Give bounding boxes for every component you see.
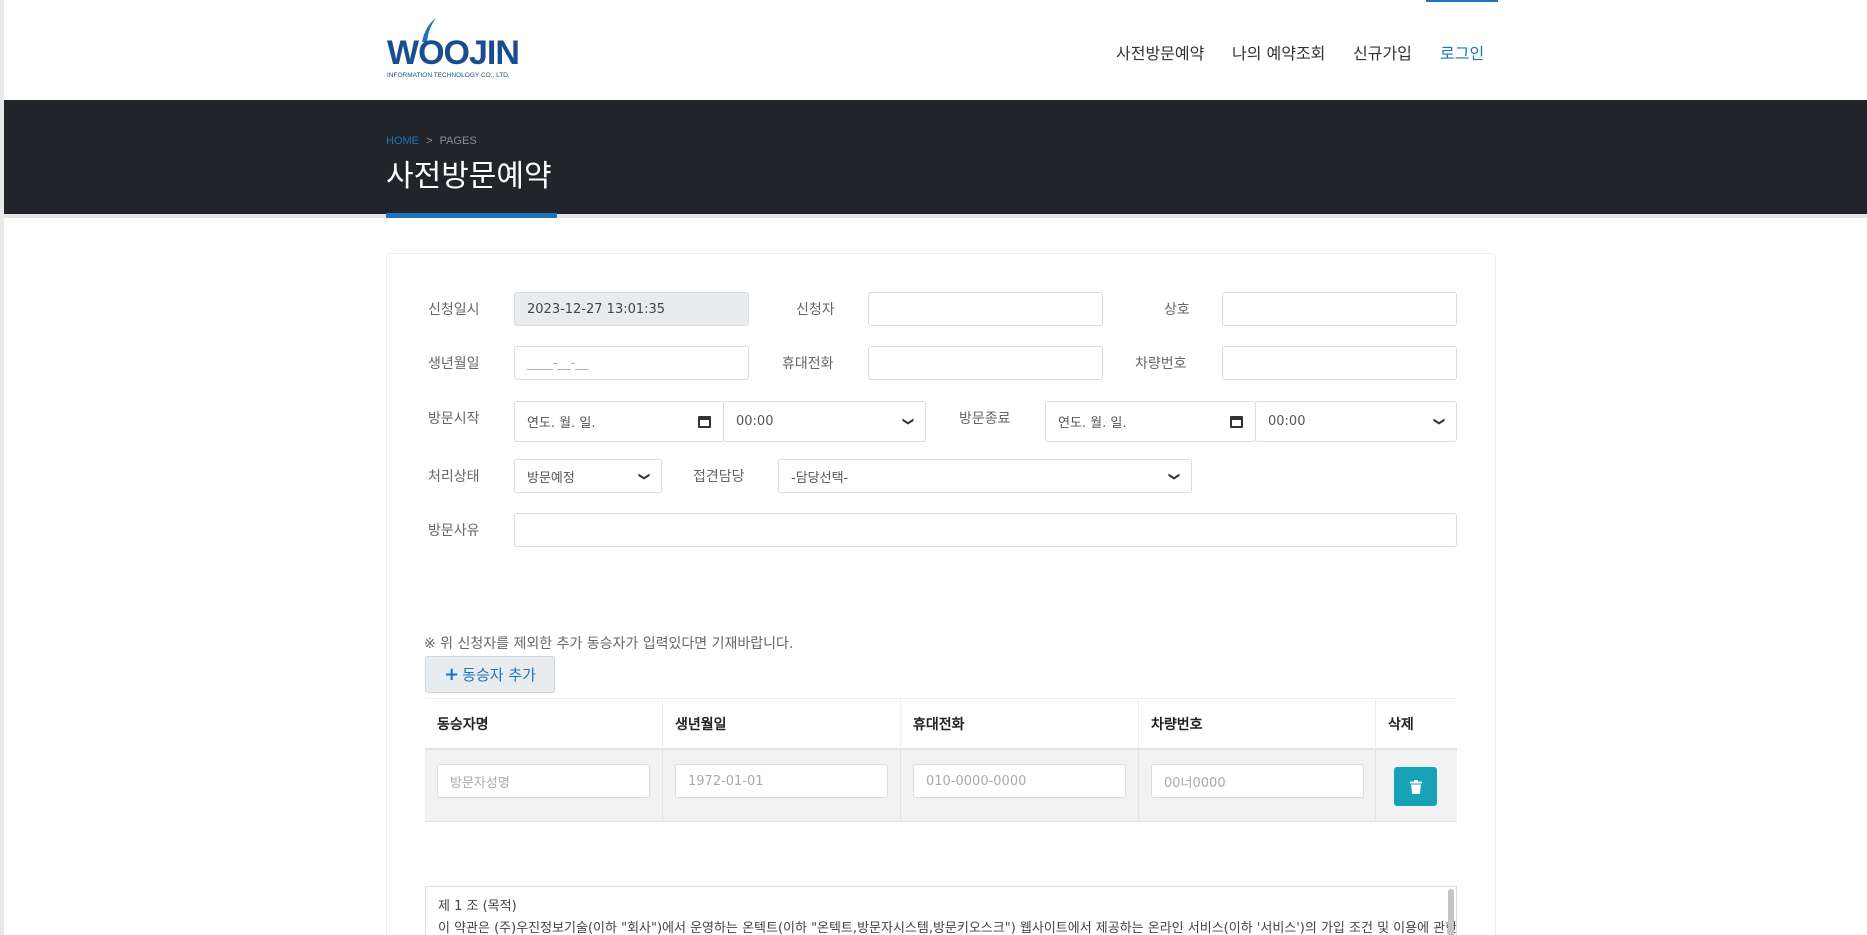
page-title: 사전방문예약 [386,159,552,194]
cell-car-number: 00너0000 [1138,750,1375,822]
cell-name: 방문자성명 [425,750,662,822]
nav-active-indicator [1426,0,1498,2]
applicant-label: 신청자 [796,302,835,318]
cell-delete [1375,750,1457,822]
company-label: 상호 [1164,302,1190,318]
birthdate-label: 생년월일 [428,356,480,372]
request-datetime-label: 신청일시 [428,302,480,318]
page-title-accent [386,213,557,218]
cell-birthdate: 1972-01-01 [662,750,900,822]
terms-article-title: 제 1 조 (목적) [438,899,517,914]
trash-icon [1409,779,1422,794]
column-header-mobile: 휴대전화 [900,699,1138,749]
cell-mobile: 010-0000-0000 [900,750,1138,822]
visit-start-date-input[interactable]: 연도. 월. 일. [514,401,724,442]
chevron-down-icon: ❯ [637,471,651,481]
plus-icon: + [444,664,460,685]
car-number-input[interactable] [1222,346,1457,380]
nav-item-pre-visit[interactable]: 사전방문예약 [1116,40,1204,64]
page-header-divider [4,214,1867,218]
chevron-down-icon: ❯ [1167,471,1181,481]
visit-start-time-select[interactable]: 00:00 ❯ [723,401,926,442]
visit-end-time-select[interactable]: 00:00 ❯ [1255,401,1457,442]
companion-table-header: 동승자명 생년월일 휴대전화 차량번호 삭제 [425,698,1457,750]
visit-start-date-placeholder: 연도. 월. 일. [527,416,596,431]
company-input[interactable] [1222,292,1457,326]
companion-note: ※ 위 신청자를 제외한 추가 동승자가 입력있다면 기재바랍니다. [424,636,794,652]
main-nav: 사전방문예약 나의 예약조회 신규가입 로그인 [4,0,1867,100]
chevron-down-icon: ❯ [1432,416,1446,427]
visit-end-date-input[interactable]: 연도. 월. 일. [1045,401,1256,442]
status-label: 처리상태 [428,469,480,485]
contact-select[interactable]: -담당선택- ❯ [778,459,1192,493]
delete-companion-button[interactable] [1394,767,1437,806]
visit-end-date-placeholder: 연도. 월. 일. [1058,416,1127,431]
column-header-name: 동승자명 [437,717,489,733]
calendar-icon[interactable] [698,415,711,428]
chevron-down-icon: ❯ [901,416,915,427]
page-header: HOME > PAGES 사전방문예약 [4,100,1867,214]
reason-input[interactable] [514,513,1457,547]
visit-end-label: 방문종료 [959,411,1011,427]
nav-item-my-reservations[interactable]: 나의 예약조회 [1232,40,1325,64]
nav-item-signup[interactable]: 신규가입 [1353,40,1412,64]
visit-start-label: 방문시작 [428,411,480,427]
add-companion-button[interactable]: + 동승자 추가 [425,656,555,693]
terms-scrollbar[interactable] [1448,889,1454,935]
terms-body-text: 이 약관은 (주)우진정보기술(이하 "회사")에서 운영하는 온텍트(이하 "… [438,921,1457,935]
request-datetime-field: 2023-12-27 13:01:35 [514,292,749,326]
column-header-delete: 삭제 [1375,699,1457,749]
nav-item-login[interactable]: 로그인 [1440,40,1484,64]
car-number-label: 차량번호 [1135,356,1187,372]
table-row: 방문자성명 1972-01-01 010-0000-0000 00너0000 [425,750,1457,822]
site-header: WOOJIN INFORMATION TECHNOLOGY CO., LTD. … [4,0,1867,100]
visit-end-time-value: 00:00 [1268,414,1306,429]
companion-name-input[interactable]: 방문자성명 [437,764,650,798]
reason-label: 방문사유 [428,523,480,539]
breadcrumb: HOME > PAGES [386,135,477,147]
column-header-car-number: 차량번호 [1138,699,1375,749]
add-companion-label: 동승자 추가 [462,666,536,684]
birthdate-input[interactable]: ____-__-__ [514,346,749,380]
mobile-input[interactable] [868,346,1103,380]
applicant-input[interactable] [868,292,1103,326]
contact-label: 접견담당 [693,469,745,485]
column-header-birthdate: 생년월일 [662,699,900,749]
calendar-icon[interactable] [1230,415,1243,428]
companion-birthdate-input[interactable]: 1972-01-01 [675,764,888,798]
mobile-label: 휴대전화 [782,356,834,372]
visit-start-time-value: 00:00 [736,414,774,429]
companion-car-number-input[interactable]: 00너0000 [1151,764,1364,798]
breadcrumb-home[interactable]: HOME [386,135,419,147]
companion-mobile-input[interactable]: 010-0000-0000 [913,764,1126,798]
breadcrumb-separator: > [426,135,433,147]
status-selected: 방문예정 [527,470,575,486]
breadcrumb-current: PAGES [439,135,477,147]
contact-selected: -담당선택- [791,470,849,486]
status-select[interactable]: 방문예정 ❯ [514,459,662,493]
terms-box[interactable]: 제 1 조 (목적) 이 약관은 (주)우진정보기술(이하 "회사")에서 운영… [425,886,1457,935]
